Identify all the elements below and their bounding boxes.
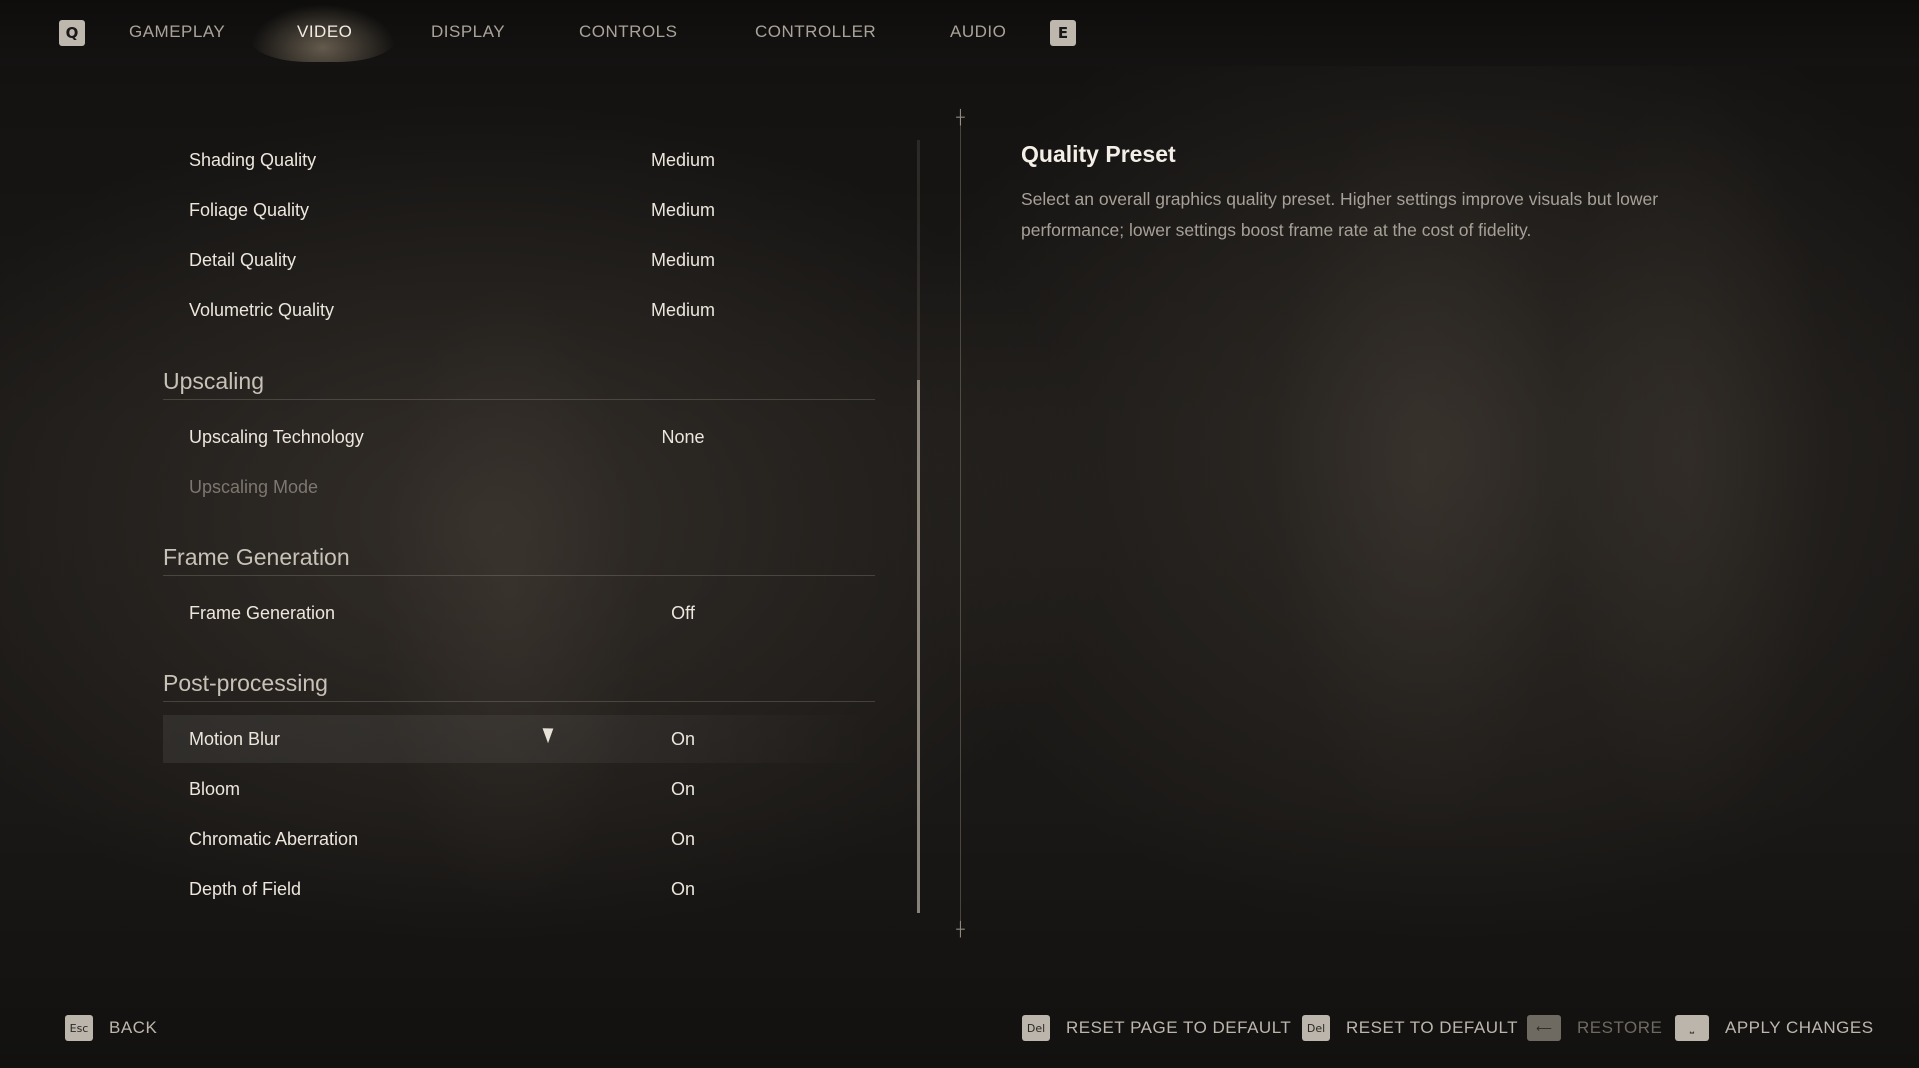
next-tab-key[interactable]: E [1050, 20, 1076, 46]
setting-label: Upscaling Technology [189, 426, 364, 447]
top-nav-bar: Q GAMEPLAY VIDEO DISPLAY CONTROLS CONTRO… [0, 0, 1919, 66]
tab-video[interactable]: VIDEO [297, 22, 352, 42]
setting-value[interactable]: Medium [583, 200, 783, 221]
setting-frame-generation[interactable]: Frame Generation Off [163, 589, 875, 637]
setting-label: Bloom [189, 778, 241, 799]
setting-volumetric-quality[interactable]: Volumetric Quality Medium [163, 286, 875, 334]
tab-controller[interactable]: CONTROLLER [755, 22, 876, 42]
section-title: Frame Generation [163, 544, 350, 570]
reset-to-default-button[interactable]: Del RESET TO DEFAULT [1302, 1015, 1518, 1041]
setting-label: Chromatic Aberration [189, 828, 359, 849]
setting-label: Frame Generation [189, 602, 336, 623]
tab-audio[interactable]: AUDIO [950, 22, 1006, 42]
setting-upscaling-mode: Upscaling Mode [163, 463, 875, 511]
reset-page-to-default-button[interactable]: Del RESET PAGE TO DEFAULT [1022, 1015, 1291, 1041]
reset-default-label: RESET TO DEFAULT [1346, 1018, 1519, 1037]
setting-value[interactable]: Medium [583, 250, 783, 271]
setting-value[interactable]: None [583, 427, 783, 448]
tab-display[interactable]: DISPLAY [431, 22, 505, 42]
divider-bottom-ornament-icon: ┼ [956, 922, 965, 938]
setting-label: Detail Quality [189, 249, 297, 270]
settings-screen: Q GAMEPLAY VIDEO DISPLAY CONTROLS CONTRO… [0, 0, 1919, 1068]
panel-divider [960, 118, 961, 930]
setting-shading-quality[interactable]: Shading Quality Medium [163, 136, 875, 184]
tab-controls[interactable]: CONTROLS [579, 22, 677, 42]
setting-label: Motion Blur [189, 728, 281, 749]
setting-label: Shading Quality [189, 149, 317, 170]
setting-label: Volumetric Quality [189, 299, 335, 320]
back-label: BACK [109, 1018, 158, 1037]
setting-upscaling-technology[interactable]: Upscaling Technology None [163, 413, 875, 461]
setting-value[interactable]: On [583, 879, 783, 900]
section-upscaling: Upscaling [163, 354, 875, 400]
spacebar-key-icon: ⎵ [1675, 1015, 1709, 1041]
restore-label: RESTORE [1577, 1018, 1663, 1037]
setting-value[interactable]: Off [583, 603, 783, 624]
setting-detail-quality[interactable]: Detail Quality Medium [163, 236, 875, 284]
tab-gameplay[interactable]: GAMEPLAY [129, 22, 225, 42]
description-body: Select an overall graphics quality prese… [1021, 189, 1659, 240]
del-key-icon: Del [1022, 1015, 1050, 1041]
backspace-key-icon: ⟵ [1527, 1015, 1561, 1041]
description-title: Quality Preset [1021, 141, 1176, 167]
section-post-processing: Post-processing [163, 656, 875, 702]
setting-value[interactable]: On [583, 729, 783, 750]
setting-foliage-quality[interactable]: Foliage Quality Medium [163, 186, 875, 234]
scrollbar-thumb[interactable] [917, 379, 920, 913]
section-title: Upscaling [163, 368, 264, 394]
section-frame-generation: Frame Generation [163, 530, 875, 576]
setting-label: Upscaling Mode [189, 476, 319, 497]
restore-button[interactable]: ⟵ RESTORE [1527, 1015, 1662, 1041]
setting-value[interactable]: Medium [583, 150, 783, 171]
setting-value[interactable]: On [583, 779, 783, 800]
prev-tab-key[interactable]: Q [59, 20, 85, 46]
setting-label: Foliage Quality [189, 199, 310, 220]
setting-label: Depth of Field [189, 878, 302, 899]
setting-value[interactable]: On [583, 829, 783, 850]
esc-key-icon: Esc [65, 1015, 93, 1041]
setting-bloom[interactable]: Bloom On [163, 765, 875, 813]
setting-motion-blur[interactable]: Motion Blur On [163, 715, 875, 763]
apply-changes-label: APPLY CHANGES [1725, 1018, 1874, 1037]
setting-chromatic-aberration[interactable]: Chromatic Aberration On [163, 815, 875, 863]
del-key-icon: Del [1302, 1015, 1330, 1041]
apply-changes-button[interactable]: ⎵ APPLY CHANGES [1675, 1015, 1874, 1041]
section-title: Post-processing [163, 670, 328, 696]
setting-depth-of-field[interactable]: Depth of Field On [163, 865, 875, 913]
reset-page-label: RESET PAGE TO DEFAULT [1066, 1018, 1292, 1037]
settings-scrollbar[interactable] [917, 140, 920, 913]
back-button[interactable]: Esc BACK [65, 1015, 157, 1041]
setting-value[interactable]: Medium [583, 300, 783, 321]
